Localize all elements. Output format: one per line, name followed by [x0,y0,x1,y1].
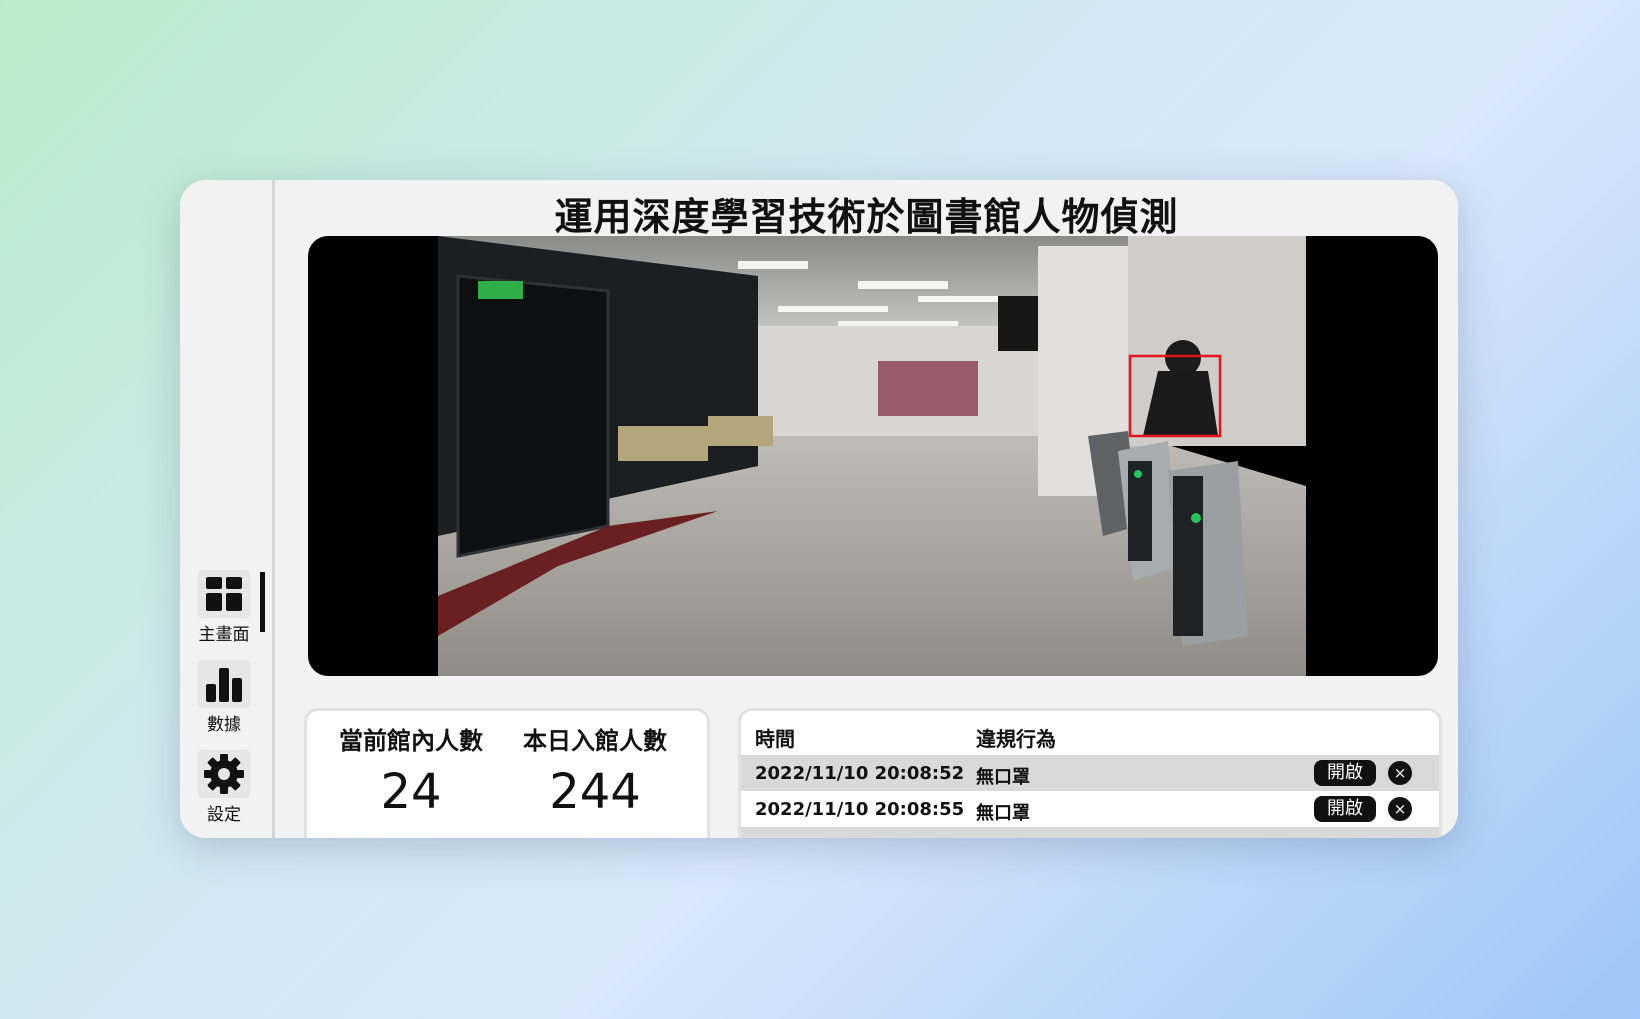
gate-light-icon [1191,513,1201,523]
today-entries-label: 本日入館人數 [523,727,667,755]
close-icon[interactable]: × [1388,797,1412,821]
column-header-time: 時間 [755,727,795,751]
open-button[interactable]: 開啟 [1314,796,1376,822]
current-occupancy: 當前館內人數 24 [321,721,501,820]
violation-log-panel: 時間 違規行為 2022/11/10 20:08:52 無口罩 開啟 × 202… [738,708,1442,838]
stats-panel: 當前館內人數 24 本日入館人數 244 [304,708,710,838]
exit-sign-icon [478,281,523,299]
today-entries: 本日入館人數 244 [505,721,685,820]
current-occupancy-value: 24 [380,764,442,820]
row-time: 2022/11/10 20:08:52 [755,763,965,784]
column-header-violation: 違規行為 [976,727,1056,751]
sidebar-item-label: 主畫面 [198,625,250,645]
active-indicator [260,572,265,632]
table-row-partial [741,827,1439,838]
camera-frame [438,236,1306,676]
app-window: 主畫面 數據 設定 運用深度學習技術於圖書館人物偵測 當前館內人數 24 本日入… [180,180,1458,838]
table-row: 2022/11/10 20:08:52 無口罩 開啟 × [741,755,1439,791]
sidebar: 主畫面 數據 設定 [180,180,275,838]
log-header: 時間 違規行為 [741,711,1439,755]
today-entries-value: 244 [549,764,641,820]
sidebar-item-label: 數據 [207,715,241,735]
sidebar-item-settings[interactable]: 設定 [194,750,254,826]
close-icon[interactable]: × [1388,761,1412,785]
row-time: 2022/11/10 20:08:55 [755,799,965,820]
sidebar-item-data[interactable]: 數據 [194,660,254,736]
dashboard-icon [198,570,250,618]
bar-chart-icon [198,660,250,708]
open-button[interactable]: 開啟 [1314,760,1376,786]
camera-feed [308,236,1438,676]
gate-light-icon [1134,470,1142,478]
row-violation: 無口罩 [976,803,1030,824]
table-row: 2022/11/10 20:08:55 無口罩 開啟 × [741,791,1439,827]
page-title: 運用深度學習技術於圖書館人物偵測 [554,195,1179,239]
gear-icon [198,750,250,798]
current-occupancy-label: 當前館內人數 [339,727,483,755]
row-violation: 無口罩 [976,767,1030,788]
sidebar-item-label: 設定 [207,805,241,825]
sidebar-item-home[interactable]: 主畫面 [194,570,254,646]
